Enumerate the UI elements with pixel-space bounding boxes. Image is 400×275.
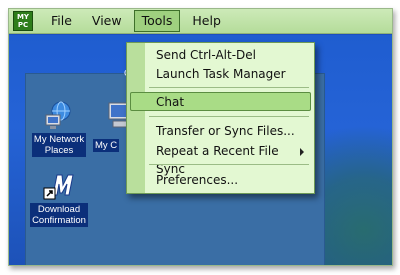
desktop-icon-label: My Network Places [31, 133, 87, 157]
menu-item-preferences[interactable]: Preferences... [130, 170, 311, 189]
menu-item-send-ctrl-alt-del[interactable]: Send Ctrl-Alt-Del [130, 45, 311, 64]
submenu-arrow-icon [300, 148, 304, 156]
label-line-1: My Network [33, 134, 85, 145]
menu-item-repeat-recent-sync[interactable]: Repeat a Recent File Sync [130, 141, 311, 176]
label-line-2: Confirmation [32, 215, 86, 226]
menu-help[interactable]: Help [184, 10, 229, 32]
label-line-2: Places [44, 145, 74, 156]
shortcut-m-icon [43, 169, 75, 201]
menu-item-launch-task-manager[interactable]: Launch Task Manager [130, 64, 311, 83]
menu-separator [149, 87, 309, 88]
logo-text-bottom: PC [17, 21, 29, 29]
app-logo-icon[interactable]: MY PC [13, 11, 33, 31]
menu-separator [149, 116, 309, 117]
desktop-icon-label: My C [93, 139, 120, 152]
logo-text-top: MY [16, 13, 30, 21]
desktop-icon-download-confirmation[interactable]: Download Confirmation [29, 169, 89, 227]
tools-dropdown-menu: Send Ctrl-Alt-Del Launch Task Manager Ch… [126, 42, 315, 194]
remote-window: MY PC File View Tools Help C [8, 8, 393, 266]
menu-tools[interactable]: Tools [133, 10, 181, 32]
menu-view[interactable]: View [84, 10, 130, 32]
menu-item-transfer-sync-files[interactable]: Transfer or Sync Files... [130, 121, 311, 140]
desktop-icon-label: Download Confirmation [30, 203, 88, 227]
menu-file[interactable]: File [43, 10, 80, 32]
menu-item-chat[interactable]: Chat [130, 92, 311, 111]
desktop-icon-network-places[interactable]: My Network Places [29, 99, 89, 157]
label-line-1: Download [37, 204, 81, 215]
network-places-icon [43, 99, 75, 131]
menu-bar: MY PC File View Tools Help [9, 9, 392, 34]
menu-separator [149, 164, 309, 165]
